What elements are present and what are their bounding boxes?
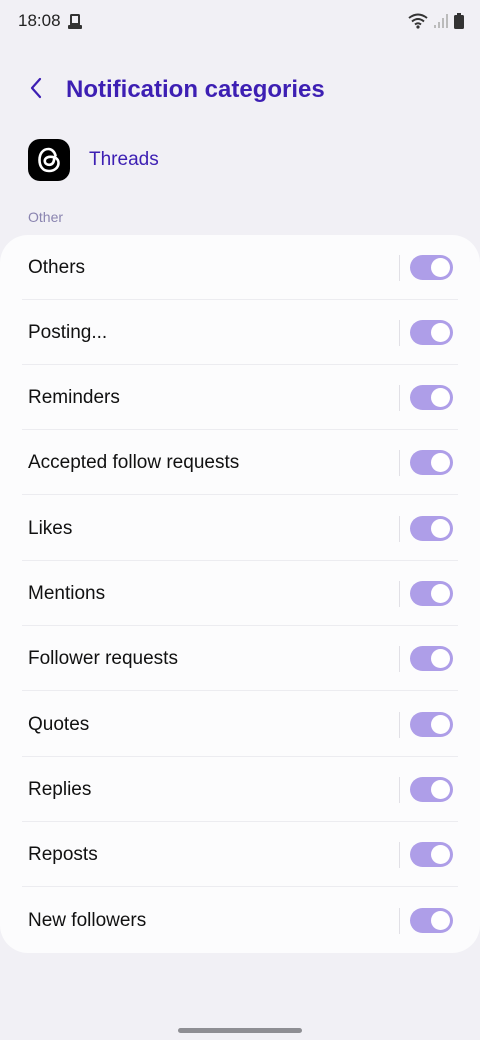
divider [399,516,400,542]
row-separator [22,494,458,495]
toggle-knob [431,649,450,668]
battery-icon [454,13,464,34]
section-label: Other [28,209,64,225]
category-label: Mentions [28,582,106,604]
divider [399,777,400,803]
category-label: Likes [28,517,73,539]
app-info-row: Threads [0,136,480,184]
category-label: Accepted follow requests [28,451,240,473]
categories-card: Others Posting... Reminders Accepted fol… [0,235,480,953]
category-row[interactable]: Others [0,235,480,300]
category-toggle[interactable] [410,908,453,933]
category-toggle[interactable] [410,712,453,737]
app-name: Threads [89,149,159,170]
divider [399,450,400,476]
category-toggle[interactable] [410,320,453,345]
category-row[interactable]: New followers [0,888,480,953]
category-row[interactable]: Posting... [0,300,480,365]
toggle-knob [431,911,450,930]
category-label: New followers [28,909,147,931]
page-title: Notification categories [66,76,325,103]
status-icons [408,13,464,34]
status-time: 18:08 [18,11,61,30]
toggle-knob [431,845,450,864]
toggle-knob [431,715,450,734]
category-toggle[interactable] [410,581,453,606]
category-row[interactable]: Reposts [0,822,480,887]
toggle-knob [431,388,450,407]
category-row[interactable]: Reminders [0,365,480,430]
toggle-knob [431,453,450,472]
category-row[interactable]: Follower requests [0,626,480,691]
divider [399,712,400,738]
divider [399,385,400,411]
category-row[interactable]: Mentions [0,561,480,626]
category-toggle[interactable] [410,385,453,410]
category-toggle[interactable] [410,842,453,867]
category-toggle[interactable] [410,646,453,671]
screenshot-icon [67,13,83,35]
category-toggle[interactable] [410,516,453,541]
row-separator [22,886,458,887]
divider [399,581,400,607]
signal-icon [434,13,448,34]
back-button[interactable] [22,76,50,104]
divider [399,842,400,868]
category-label: Quotes [28,713,90,735]
divider [399,908,400,934]
toggle-knob [431,584,450,603]
toggle-knob [431,258,450,277]
row-separator [22,690,458,691]
chevron-left-icon [29,77,43,104]
category-toggle[interactable] [410,255,453,280]
category-toggle[interactable] [410,450,453,475]
category-label: Reposts [28,843,98,865]
category-toggle[interactable] [410,777,453,802]
divider [399,646,400,672]
toggle-knob [431,323,450,342]
threads-logo-icon [28,139,70,181]
category-row[interactable]: Quotes [0,692,480,757]
category-row[interactable]: Likes [0,496,480,561]
home-indicator[interactable] [178,1028,302,1033]
status-bar: 18:08 [0,0,480,44]
category-label: Replies [28,778,92,800]
category-label: Reminders [28,386,120,408]
category-row[interactable]: Accepted follow requests [0,430,480,495]
category-label: Others [28,256,86,278]
divider [399,255,400,281]
divider [399,320,400,346]
app-bar: Notification categories [0,62,480,118]
toggle-knob [431,780,450,799]
wifi-icon [408,13,428,34]
category-label: Follower requests [28,647,178,669]
category-label: Posting... [28,321,108,343]
toggle-knob [431,519,450,538]
category-row[interactable]: Replies [0,757,480,822]
